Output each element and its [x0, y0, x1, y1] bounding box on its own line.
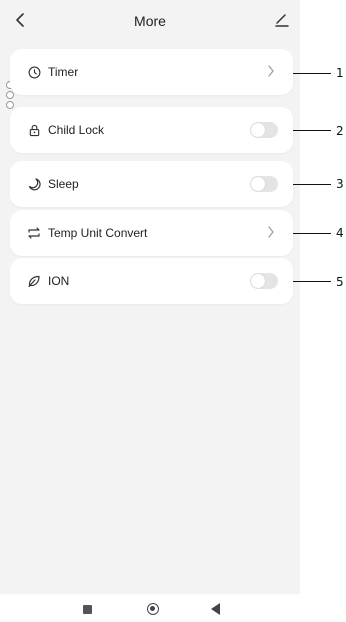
toggle-knob — [251, 177, 265, 191]
clock-icon — [28, 66, 40, 78]
circle-inner — [150, 606, 155, 611]
child-lock-toggle[interactable] — [250, 122, 278, 138]
callout-line-1 — [293, 73, 331, 74]
square-icon[interactable] — [83, 605, 92, 614]
dot — [6, 101, 14, 109]
edit-button[interactable] — [274, 12, 296, 32]
timer-row[interactable]: Timer — [10, 49, 293, 95]
callout-number-4: 4 — [336, 226, 344, 240]
callout-line-5 — [293, 281, 331, 282]
callout-number-5: 5 — [336, 275, 344, 289]
temp-unit-convert-label: Temp Unit Convert — [48, 226, 148, 240]
ion-toggle[interactable] — [250, 273, 278, 289]
callout-line-3 — [293, 184, 331, 185]
callout-line-4 — [293, 233, 331, 234]
callout-line-2 — [293, 130, 331, 131]
page-title: More — [134, 13, 166, 29]
app-screen: More Timer Child Lock Sleep Temp Unit Co… — [0, 0, 300, 594]
leaf-icon — [28, 275, 40, 288]
callout-number-1: 1 — [336, 66, 344, 80]
edit-icon — [275, 14, 289, 27]
toggle-knob — [251, 274, 265, 288]
sleep-row: Sleep — [10, 161, 293, 207]
chevron-right-icon — [263, 225, 279, 241]
dot — [6, 91, 14, 99]
lock-icon — [29, 124, 39, 136]
sleep-toggle[interactable] — [250, 176, 278, 192]
toggle-knob — [251, 123, 265, 137]
triangle-back-icon[interactable] — [211, 603, 220, 615]
top-bar: More — [0, 0, 300, 44]
callout-number-2: 2 — [336, 124, 344, 138]
moon-icon — [28, 178, 41, 191]
ion-label: ION — [48, 274, 70, 288]
chevron-right-icon — [263, 64, 279, 80]
callout-number-3: 3 — [336, 177, 344, 191]
ion-row: ION — [10, 258, 293, 304]
child-lock-label: Child Lock — [48, 123, 105, 137]
timer-label: Timer — [48, 65, 79, 79]
temp-unit-convert-row[interactable]: Temp Unit Convert — [10, 210, 293, 256]
circle-icon[interactable] — [147, 603, 159, 615]
sleep-label: Sleep — [48, 177, 79, 191]
convert-icon — [28, 227, 40, 239]
child-lock-row: Child Lock — [10, 107, 293, 153]
